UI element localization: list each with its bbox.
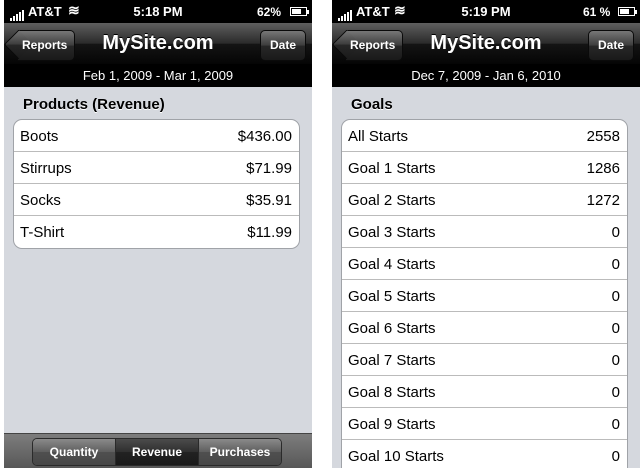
row-value: 1286 [586,160,620,177]
list-item[interactable]: Boots $436.00 [14,120,299,152]
row-label: Stirrups [20,160,72,177]
navigation-bar: Reports MySite.com Date [332,23,640,65]
row-label: All Starts [348,128,409,145]
row-value: $436.00 [237,128,292,145]
row-label: Goal 8 Starts [348,384,436,401]
date-range: Dec 7, 2009 - Jan 6, 2010 [332,65,640,87]
list-item[interactable]: Goal 5 Starts 0 [342,280,627,312]
battery-icon [618,7,637,16]
status-bar: AT&T ≋ 5:18 PM 62% [4,0,312,23]
list-item[interactable]: Goal 6 Starts 0 [342,312,627,344]
row-label: T-Shirt [20,224,65,241]
row-label: Goal 9 Starts [348,416,436,433]
battery-icon [290,7,309,16]
segmented-control: Quantity Revenue Purchases [32,438,282,466]
list-item[interactable]: All Starts 2558 [342,120,627,152]
row-value: 0 [611,448,620,465]
row-label: Goal 2 Starts [348,192,436,209]
row-value: 0 [611,352,620,369]
list-item[interactable]: Goal 3 Starts 0 [342,216,627,248]
row-value: 0 [611,288,620,305]
date-button[interactable]: Date [587,30,634,61]
date-button[interactable]: Date [259,30,306,61]
row-label: Goal 5 Starts [348,288,436,305]
row-value: 0 [611,416,620,433]
row-value: 2558 [586,128,620,145]
products-list: Boots $436.00 Stirrups $71.99 Socks $35.91 … [13,119,300,249]
section-title: Goals [351,96,393,113]
segment-purchases[interactable]: Purchases [199,439,281,465]
battery-percent: 61 % [583,5,611,19]
row-label: Goal 1 Starts [348,160,436,177]
list-item[interactable]: Goal 7 Starts 0 [342,344,627,376]
row-value: 0 [611,384,620,401]
segment-quantity[interactable]: Quantity [33,439,116,465]
list-item[interactable]: Goal 4 Starts 0 [342,248,627,280]
date-range: Feb 1, 2009 - Mar 1, 2009 [4,65,312,87]
row-value: $71.99 [246,160,292,177]
section-title: Products (Revenue) [23,96,165,113]
segment-revenue[interactable]: Revenue [116,439,199,465]
row-value: 0 [611,320,620,337]
row-value: $35.91 [246,192,292,209]
battery-percent: 62% [257,5,282,19]
navigation-bar: Reports MySite.com Date [4,23,312,65]
list-item[interactable]: Goal 8 Starts 0 [342,376,627,408]
right-phone-screen: AT&T ≋ 5:19 PM 61 % Reports MySite.com D… [332,0,640,468]
list-item[interactable]: Goal 1 Starts 1286 [342,152,627,184]
list-item[interactable]: T-Shirt $11.99 [14,216,299,248]
row-value: 1272 [586,192,620,209]
list-item[interactable]: Stirrups $71.99 [14,152,299,184]
row-label: Goal 3 Starts [348,224,436,241]
list-item[interactable]: Goal 2 Starts 1272 [342,184,627,216]
goals-list: All Starts 2558 Goal 1 Starts 1286 Goal 2 … [341,119,628,468]
row-label: Goal 10 Starts [348,448,444,465]
row-label: Goal 4 Starts [348,256,436,273]
list-item[interactable]: Goal 9 Starts 0 [342,408,627,440]
list-item[interactable]: Socks $35.91 [14,184,299,216]
row-value: 0 [611,256,620,273]
status-bar: AT&T ≋ 5:19 PM 61 % [332,0,640,23]
left-phone-screen: AT&T ≋ 5:18 PM 62% Reports MySite.com Da… [4,0,312,468]
row-label: Socks [20,192,61,209]
row-label: Goal 7 Starts [348,352,436,369]
row-label: Boots [20,128,59,145]
row-value: $11.99 [247,224,292,241]
row-value: 0 [611,224,620,241]
row-label: Goal 6 Starts [348,320,436,337]
bottom-toolbar: Quantity Revenue Purchases [4,433,312,468]
list-item[interactable]: Goal 10 Starts 0 [342,440,627,468]
